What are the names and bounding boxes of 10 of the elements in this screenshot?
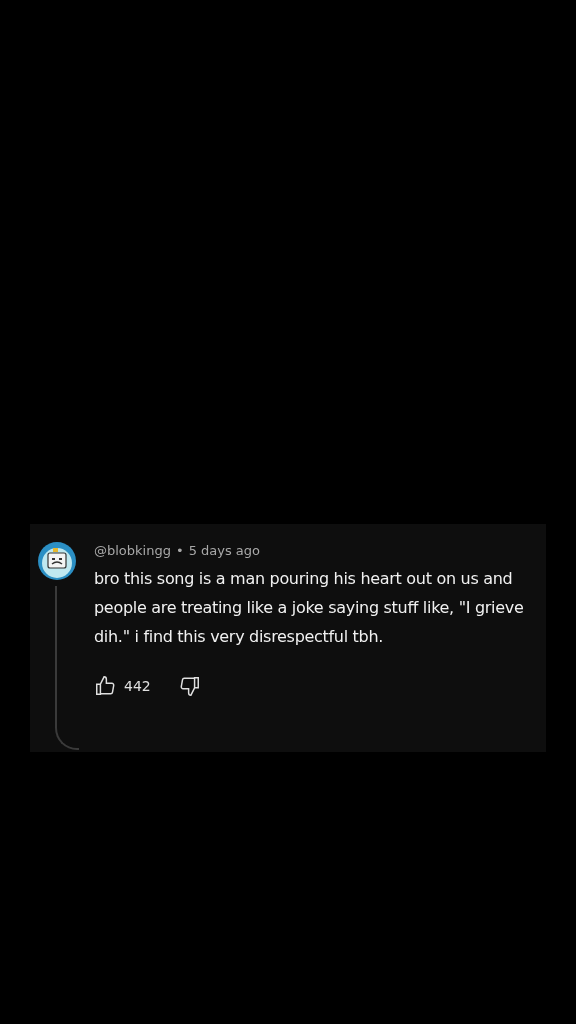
dislike-button[interactable] xyxy=(178,675,201,697)
thumbs-up-icon xyxy=(94,675,116,697)
like-count: 442 xyxy=(124,678,151,694)
avatar-icon[interactable] xyxy=(38,542,76,580)
separator-dot: • xyxy=(175,542,184,560)
thumbs-down-icon xyxy=(178,675,201,697)
comment-text: bro this song is a man pouring his heart out on us and people are treating like a joke saying stuff like, "I grieve dih." i find this very disrespectful tbh. xyxy=(94,568,525,648)
like-button[interactable] xyxy=(94,675,116,697)
comment-author[interactable]: @blobkingg xyxy=(94,542,171,560)
comment-time: 5 days ago xyxy=(188,542,261,560)
